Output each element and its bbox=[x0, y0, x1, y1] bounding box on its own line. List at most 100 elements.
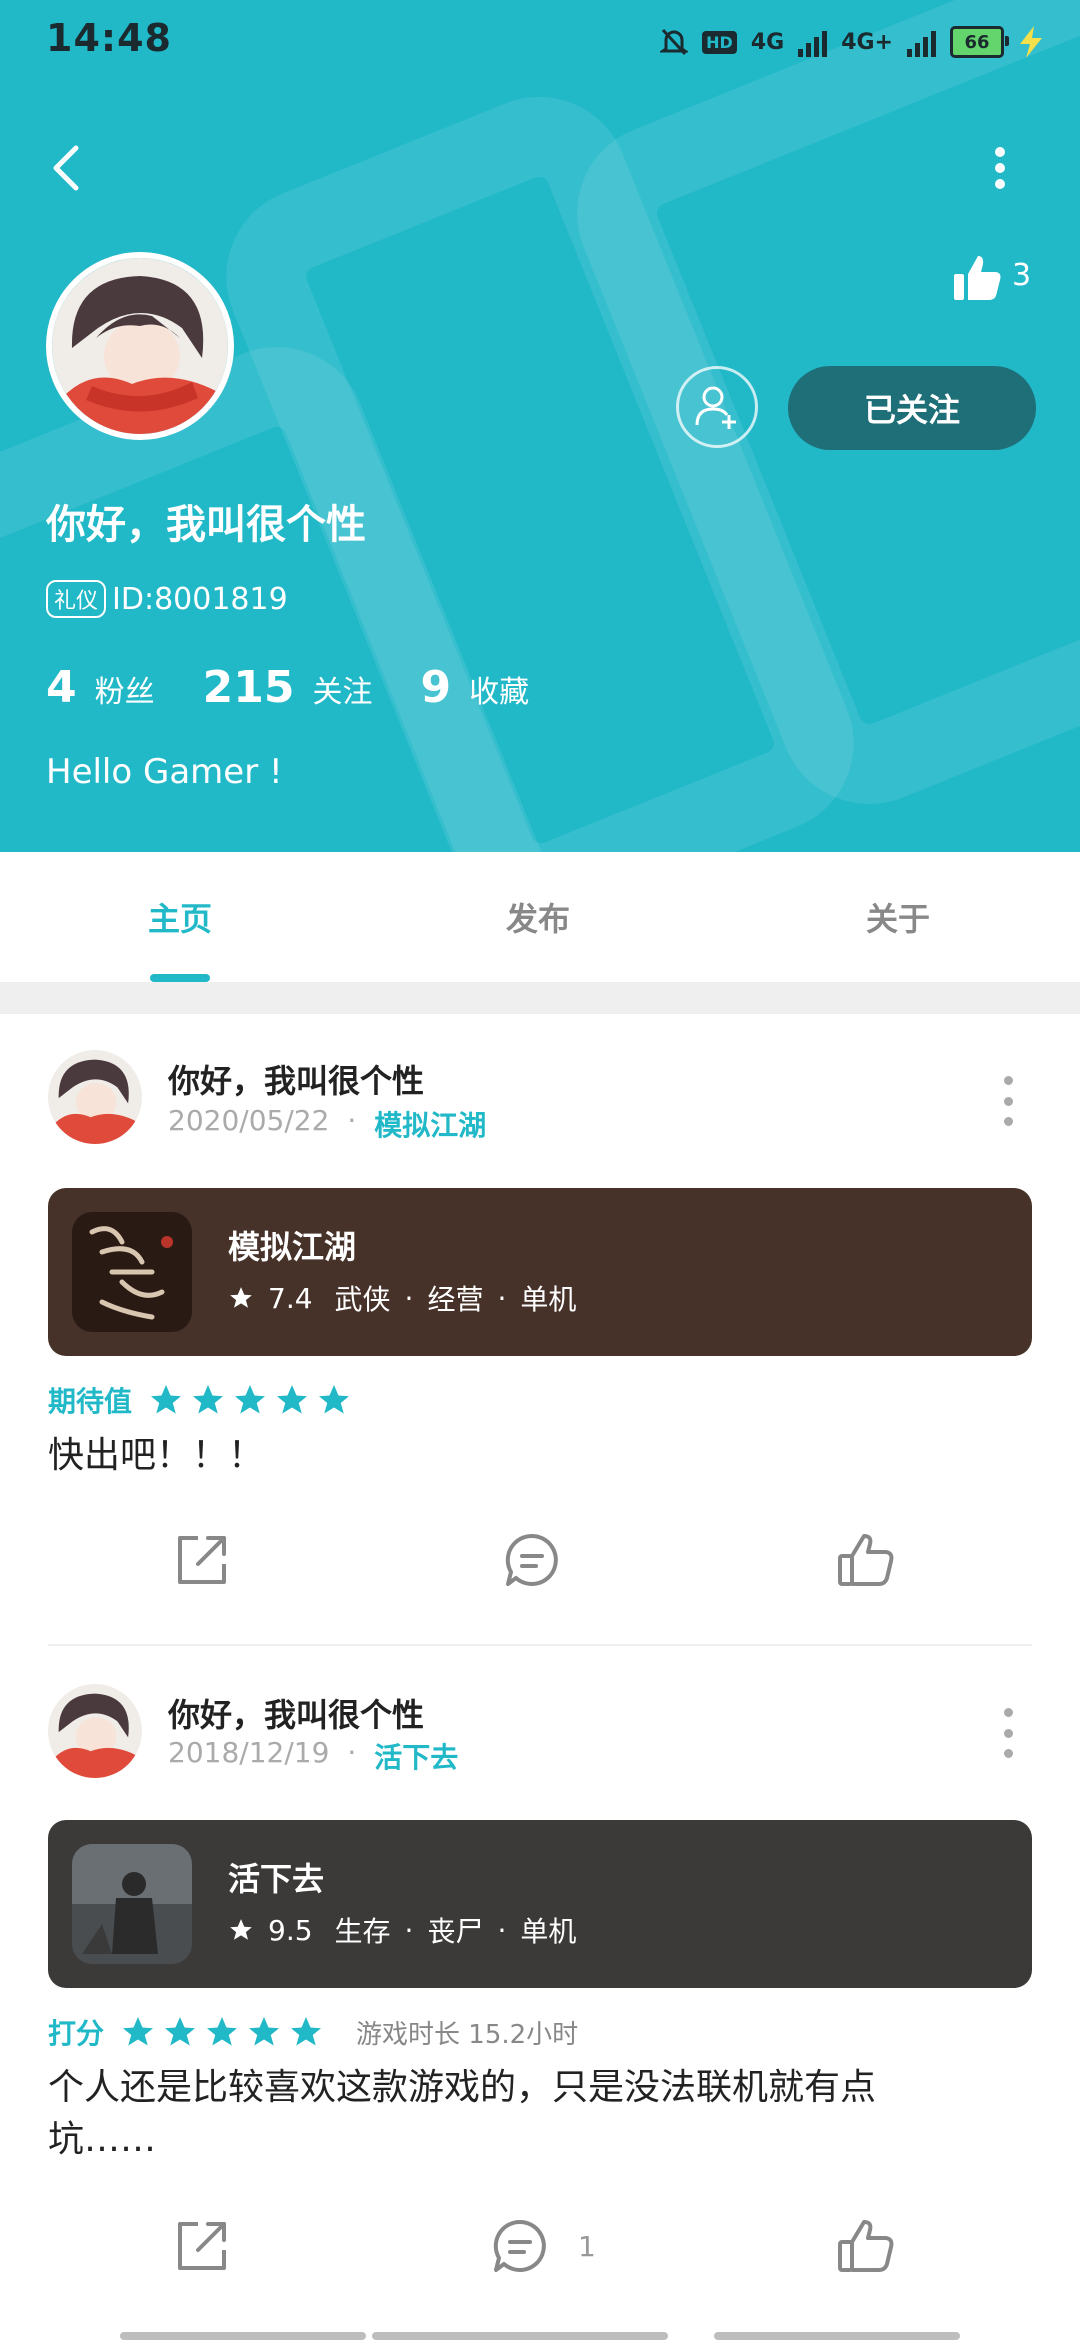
nav-gesture-bar[interactable] bbox=[372, 2332, 668, 2340]
post-date: 2018/12/19 bbox=[168, 1736, 330, 1769]
avatar-image bbox=[48, 1684, 142, 1778]
tag-dot: · bbox=[497, 1281, 507, 1315]
share-icon bbox=[178, 2222, 226, 2270]
fans-count[interactable]: 4 bbox=[46, 662, 77, 713]
profile-name: 你好，我叫很个性 bbox=[46, 502, 366, 548]
post-game-link[interactable]: 模拟江湖 bbox=[374, 1104, 486, 1144]
profile-like-button[interactable] bbox=[952, 252, 1004, 304]
profile-like-count: 3 bbox=[1012, 258, 1032, 293]
mute-bell-icon bbox=[660, 28, 689, 56]
comment-icon bbox=[493, 2219, 546, 2272]
dot-icon bbox=[1003, 1076, 1013, 1085]
more-options-button[interactable] bbox=[980, 140, 1020, 196]
tab-bar: 主页 发布 关于 bbox=[0, 852, 1080, 982]
tab-about[interactable]: 关于 bbox=[866, 894, 930, 940]
post-divider bbox=[48, 1644, 1032, 1646]
game-title: 模拟江湖 bbox=[228, 1228, 357, 1266]
comment-count: 1 bbox=[578, 2230, 596, 2263]
game-card[interactable]: 模拟江湖 7.4 武侠 · 经营 · 单机 bbox=[48, 1188, 1032, 1356]
favorites-count[interactable]: 9 bbox=[420, 662, 451, 713]
favorites-label[interactable]: 收藏 bbox=[469, 667, 529, 711]
comment-button[interactable] bbox=[502, 1530, 562, 1590]
back-arrow-icon bbox=[53, 145, 79, 191]
avatar[interactable] bbox=[46, 252, 234, 440]
game-icon bbox=[72, 1212, 192, 1332]
comment-button[interactable] bbox=[490, 2216, 550, 2276]
star-icon bbox=[230, 1919, 252, 1940]
game-meta: 9.5 生存 · 丧尸 · 单机 bbox=[228, 1910, 576, 1950]
post-meta: 2020/05/22 · 模拟江湖 bbox=[168, 1104, 486, 1144]
share-button[interactable] bbox=[172, 1530, 232, 1590]
game-meta: 7.4 武侠 · 经营 · 单机 bbox=[228, 1278, 576, 1318]
meta-dot: · bbox=[347, 1736, 357, 1769]
nav-gesture-bar[interactable] bbox=[120, 2332, 366, 2340]
rating-label: 打分 bbox=[48, 2017, 105, 2050]
game-icon bbox=[72, 1844, 192, 1964]
post-game-link[interactable]: 活下去 bbox=[374, 1736, 458, 1776]
post-content[interactable]: 快出吧！！！ bbox=[48, 1430, 1008, 1482]
post-meta: 2018/12/19 · 活下去 bbox=[168, 1736, 458, 1776]
game-tag: 武侠 bbox=[334, 1283, 391, 1316]
game-cover-image bbox=[72, 1844, 192, 1964]
star-icon bbox=[291, 2017, 322, 2046]
star-icon bbox=[193, 1385, 224, 1414]
dot-icon bbox=[1003, 1749, 1013, 1758]
tag-dot: · bbox=[404, 1913, 414, 1947]
network-label: 4G bbox=[750, 29, 785, 55]
following-count[interactable]: 215 bbox=[203, 662, 295, 713]
tab-posts[interactable]: 发布 bbox=[506, 894, 570, 940]
game-tag: 经营 bbox=[427, 1283, 484, 1316]
game-tag: 丧尸 bbox=[427, 1915, 484, 1948]
share-icon bbox=[178, 1536, 226, 1584]
rating-label: 期待值 bbox=[48, 1385, 133, 1418]
post-author[interactable]: 你好，我叫很个性 bbox=[168, 1056, 424, 1102]
game-tag: 单机 bbox=[520, 1283, 577, 1316]
rating-row: 期待值 bbox=[48, 1380, 352, 1420]
fans-label[interactable]: 粉丝 bbox=[95, 667, 155, 711]
game-card[interactable]: 活下去 9.5 生存 · 丧尸 · 单机 bbox=[48, 1820, 1032, 1988]
section-separator bbox=[0, 982, 1080, 1014]
star-icon bbox=[207, 2017, 238, 2046]
avatar-image bbox=[48, 1050, 142, 1144]
star-icon bbox=[277, 1385, 308, 1414]
add-user-icon bbox=[695, 386, 736, 429]
post-author[interactable]: 你好，我叫很个性 bbox=[168, 1690, 424, 1736]
share-button[interactable] bbox=[172, 2216, 232, 2276]
post-content-line: 坑…… bbox=[48, 2119, 157, 2160]
user-badge: 礼仪 bbox=[46, 580, 107, 618]
post-content[interactable]: 个人还是比较喜欢这款游戏的，只是没法联机就有点 坑…… bbox=[48, 2062, 1008, 2166]
avatar-image bbox=[52, 258, 228, 434]
add-friend-button[interactable] bbox=[676, 366, 758, 448]
like-button[interactable] bbox=[836, 2216, 896, 2276]
post-menu-button[interactable] bbox=[1002, 1708, 1014, 1758]
follow-button[interactable]: 已关注 bbox=[788, 366, 1036, 450]
post-date: 2020/05/22 bbox=[168, 1104, 330, 1137]
star-icon bbox=[151, 1385, 182, 1414]
meta-dot: · bbox=[347, 1104, 357, 1137]
battery-level: 66 bbox=[964, 31, 990, 53]
post-avatar[interactable] bbox=[48, 1050, 142, 1144]
game-score: 9.5 bbox=[268, 1913, 313, 1947]
star-icon bbox=[230, 1287, 252, 1308]
post-avatar[interactable] bbox=[48, 1684, 142, 1778]
tag-dot: · bbox=[404, 1281, 414, 1315]
tag-dot: · bbox=[497, 1913, 507, 1947]
network-label: 4G+ bbox=[841, 29, 893, 55]
profile-id-row: 礼仪 ID:8001819 bbox=[46, 580, 288, 618]
post-content-line: 个人还是比较喜欢这款游戏的，只是没法联机就有点 bbox=[48, 2067, 877, 2108]
game-cover-image bbox=[72, 1212, 192, 1332]
dot-icon bbox=[1003, 1096, 1013, 1106]
dot-icon bbox=[1003, 1708, 1013, 1717]
star-icon bbox=[235, 1385, 266, 1414]
profile-stats: 4 粉丝 215 关注 9 收藏 bbox=[46, 662, 577, 713]
comment-icon bbox=[505, 1533, 558, 1586]
star-icon bbox=[123, 2017, 154, 2046]
like-button[interactable] bbox=[836, 1530, 896, 1590]
back-button[interactable] bbox=[44, 140, 94, 196]
following-label[interactable]: 关注 bbox=[312, 667, 372, 711]
tab-home[interactable]: 主页 bbox=[148, 894, 212, 940]
rating-row: 打分 游戏时长 15.2小时 bbox=[48, 2012, 578, 2052]
signal-icon bbox=[907, 27, 936, 57]
post-menu-button[interactable] bbox=[1002, 1076, 1014, 1126]
nav-gesture-bar[interactable] bbox=[714, 2332, 960, 2340]
